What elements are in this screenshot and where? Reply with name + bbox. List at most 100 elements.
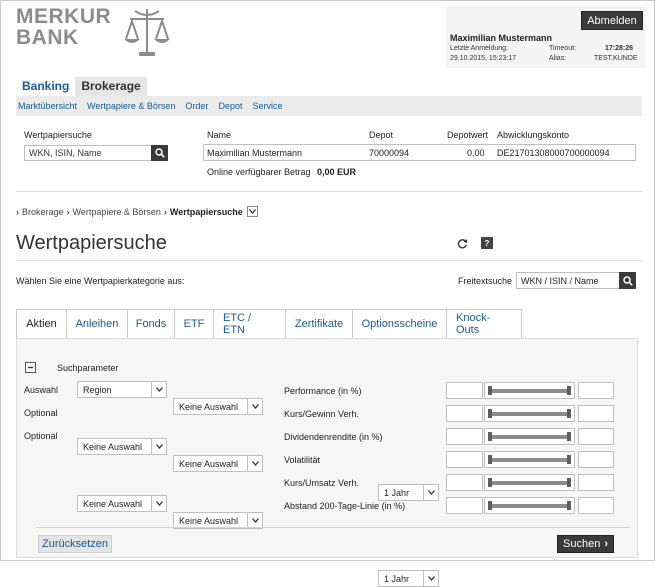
chevron-down-icon bbox=[247, 399, 262, 414]
range-min-input[interactable] bbox=[446, 474, 483, 491]
collapse-toggle[interactable] bbox=[25, 362, 36, 373]
tab-knock-outs[interactable]: Knock-Outs bbox=[446, 309, 522, 338]
tab-optionsscheine[interactable]: Optionsscheine bbox=[352, 309, 447, 338]
params-divider bbox=[36, 527, 630, 528]
last-login-label: Letzte Anmeldung: bbox=[450, 45, 508, 52]
select-value: Keine Auswahl bbox=[179, 401, 239, 412]
last-login-value: 29.10.2015, 15:23:17 bbox=[450, 55, 517, 62]
range-min-input[interactable] bbox=[446, 428, 483, 445]
depot-value: 0,00 bbox=[467, 148, 485, 158]
chevron-down-icon bbox=[423, 571, 438, 586]
refresh-button[interactable] bbox=[455, 236, 470, 250]
refresh-icon bbox=[457, 238, 468, 248]
depot-owner-name: Maximilian Mustermann bbox=[207, 148, 303, 158]
slider-min-handle[interactable] bbox=[488, 432, 492, 441]
range-slider[interactable] bbox=[484, 451, 575, 468]
chevron-down-icon bbox=[151, 496, 166, 511]
params-title: Suchparameter bbox=[57, 363, 119, 373]
range-slider[interactable] bbox=[484, 497, 575, 514]
scales-logo-icon bbox=[120, 5, 174, 61]
help-icon[interactable]: ? bbox=[481, 237, 493, 249]
breadcrumb-wertpapiere[interactable]: Wertpapiere & Börsen bbox=[73, 207, 161, 217]
slider-min-handle[interactable] bbox=[488, 409, 492, 418]
subnav-marktuebersicht[interactable]: Marktübersicht bbox=[18, 101, 77, 111]
alias-label: Alias: bbox=[549, 55, 567, 62]
select-value: Keine Auswahl bbox=[179, 458, 239, 469]
subnav-service[interactable]: Service bbox=[252, 101, 282, 111]
slider-min-handle[interactable] bbox=[488, 386, 492, 395]
sub-navigation: Marktübersicht Wertpapiere & Börsen Orde… bbox=[16, 96, 642, 116]
row-label: Optional bbox=[24, 408, 58, 418]
subnav-depot[interactable]: Depot bbox=[218, 101, 242, 111]
slider-min-handle[interactable] bbox=[488, 455, 492, 464]
breadcrumb-brokerage[interactable]: Brokerage bbox=[22, 207, 64, 217]
range-max-input[interactable] bbox=[578, 474, 614, 491]
tab-brokerage[interactable]: Brokerage bbox=[75, 77, 147, 96]
range-slider[interactable] bbox=[484, 428, 575, 445]
search-submit-button[interactable]: Suchen › bbox=[557, 535, 614, 553]
range-max-input[interactable] bbox=[578, 428, 614, 445]
region-select[interactable]: Region bbox=[77, 381, 167, 398]
range-min-input[interactable] bbox=[446, 405, 483, 422]
slider-track bbox=[490, 458, 569, 462]
category-prompt: Wählen Sie eine Wertpapierkategorie aus: bbox=[16, 276, 185, 286]
timeout-value: 17:28:26 bbox=[605, 45, 634, 52]
slider-max-handle[interactable] bbox=[567, 455, 571, 464]
select-value: Keine Auswahl bbox=[83, 441, 143, 452]
subnav-wertpapiere[interactable]: Wertpapiere & Börsen bbox=[87, 101, 175, 111]
optional-select-1a[interactable]: Keine Auswahl bbox=[77, 438, 167, 455]
user-name: Maximilian Mustermann bbox=[450, 33, 553, 43]
tab-aktien[interactable]: Aktien bbox=[16, 309, 67, 338]
search-button[interactable] bbox=[151, 145, 168, 161]
slider-track bbox=[490, 504, 569, 508]
page-title: Wertpapiersuche bbox=[16, 232, 167, 254]
tab-etf[interactable]: ETF bbox=[174, 309, 214, 338]
slider-max-handle[interactable] bbox=[567, 478, 571, 487]
tab-etc-etn[interactable]: ETC / ETN bbox=[213, 309, 286, 338]
category-tabs: Aktien Anleihen Fonds ETF ETC / ETN Zert… bbox=[16, 309, 522, 338]
breadcrumb-dropdown-button[interactable] bbox=[246, 206, 258, 217]
sub-selection-select[interactable]: Keine Auswahl bbox=[173, 398, 263, 415]
range-slider[interactable] bbox=[484, 474, 575, 491]
breadcrumb: › Brokerage › Wertpapiere & Börsen › Wer… bbox=[16, 206, 258, 217]
range-slider[interactable] bbox=[484, 405, 575, 422]
slider-max-handle[interactable] bbox=[567, 409, 571, 418]
slider-max-handle[interactable] bbox=[567, 386, 571, 395]
performance-period-select[interactable]: 1 Jahr bbox=[378, 484, 439, 501]
range-max-input[interactable] bbox=[578, 497, 614, 514]
range-max-input[interactable] bbox=[578, 405, 614, 422]
range-max-input[interactable] bbox=[578, 382, 614, 399]
range-min-input[interactable] bbox=[446, 451, 483, 468]
freitext-input[interactable]: WKN / ISIN / Name bbox=[516, 272, 620, 289]
freitext-label: Freitextsuche bbox=[458, 276, 513, 286]
slider-label: Performance (in %) bbox=[284, 386, 362, 396]
slider-label: Abstand 200-Tage-Linie (in %) bbox=[284, 501, 406, 511]
slider-max-handle[interactable] bbox=[567, 432, 571, 441]
freitext-search-button[interactable] bbox=[619, 272, 636, 289]
volatility-period-select[interactable]: 1 Jahr bbox=[378, 570, 439, 587]
breadcrumb-chevron-icon: › bbox=[16, 206, 19, 217]
range-max-input[interactable] bbox=[578, 451, 614, 468]
slider-label: Volatilität bbox=[284, 455, 321, 465]
slider-track bbox=[490, 481, 569, 485]
col-name-header: Name bbox=[207, 130, 232, 140]
optional-select-1b[interactable]: Keine Auswahl bbox=[173, 455, 263, 472]
slider-min-handle[interactable] bbox=[488, 478, 492, 487]
slider-min-handle[interactable] bbox=[488, 501, 492, 510]
title-divider bbox=[16, 260, 642, 261]
slider-max-handle[interactable] bbox=[567, 501, 571, 510]
tab-fonds[interactable]: Fonds bbox=[127, 309, 175, 338]
range-slider[interactable] bbox=[484, 382, 575, 399]
security-search-input[interactable]: WKN, ISIN, Name bbox=[24, 145, 152, 161]
range-min-input[interactable] bbox=[446, 497, 483, 514]
slider-track bbox=[490, 435, 569, 439]
logout-button[interactable]: Abmelden bbox=[581, 11, 643, 30]
optional-select-2a[interactable]: Keine Auswahl bbox=[77, 495, 167, 512]
tab-banking[interactable]: Banking bbox=[16, 77, 75, 96]
reset-button[interactable]: Zurücksetzen bbox=[38, 535, 112, 553]
tab-anleihen[interactable]: Anleihen bbox=[66, 309, 128, 338]
range-min-input[interactable] bbox=[446, 382, 483, 399]
tab-zertifikate[interactable]: Zertifikate bbox=[285, 309, 353, 338]
alias-value: TEST.KUNDE bbox=[594, 55, 638, 62]
subnav-order[interactable]: Order bbox=[185, 101, 208, 111]
